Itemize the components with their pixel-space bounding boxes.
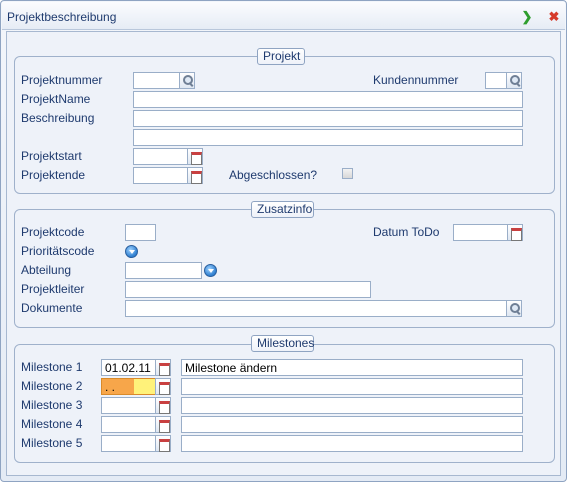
milestone-2-text-input[interactable]	[181, 378, 523, 395]
milestone-3-text-input[interactable]	[181, 397, 523, 414]
milestone-5-calendar-icon[interactable]	[155, 435, 171, 452]
milestone-2-label: Milestone 2	[21, 379, 83, 393]
milestone-1-label: Milestone 1	[21, 360, 83, 374]
milestone-3-calendar-icon[interactable]	[155, 397, 171, 414]
dokumente-label: Dokumente	[21, 301, 83, 315]
kundennummer-label: Kundennummer	[373, 73, 459, 87]
projektcode-input[interactable]	[125, 224, 156, 241]
close-icon[interactable]: ✖	[546, 9, 562, 25]
milestones-legend: Milestones	[251, 335, 314, 352]
beschreibung-label: Beschreibung	[21, 111, 95, 125]
projektleiter-input[interactable]	[125, 281, 371, 298]
beschreibung-input-line2[interactable]	[133, 129, 523, 146]
datum-todo-input[interactable]	[453, 224, 508, 241]
projektstart-label: Projektstart	[21, 149, 82, 163]
projektname-label: ProjektName	[21, 92, 91, 106]
projektnummer-search-icon[interactable]	[179, 72, 195, 89]
project-dialog-window: Projektbeschreibung ❯ ✖ Projekt Projektn…	[0, 0, 567, 482]
zusatzinfo-legend: Zusatzinfo	[251, 201, 314, 218]
abgeschlossen-label: Abgeschlossen?	[229, 168, 318, 182]
milestone-4-date-input[interactable]	[101, 416, 156, 433]
milestone-4-calendar-icon[interactable]	[155, 416, 171, 433]
datum-todo-calendar-icon[interactable]	[507, 224, 523, 241]
milestone-3-date-input[interactable]	[101, 397, 156, 414]
kundennummer-input[interactable]	[485, 72, 507, 89]
prioritaetscode-dropdown-icon[interactable]	[125, 245, 138, 258]
title-bar: Projektbeschreibung ❯ ✖	[2, 2, 565, 30]
abteilung-input[interactable]	[125, 262, 202, 279]
confirm-arrow-icon[interactable]: ❯	[519, 9, 535, 25]
projektcode-label: Projektcode	[21, 225, 85, 239]
beschreibung-input-line1[interactable]	[133, 110, 523, 127]
dokumente-search-icon[interactable]	[506, 300, 522, 317]
projektende-label: Projektende	[21, 168, 86, 182]
projektende-calendar-icon[interactable]	[187, 167, 203, 184]
kundennummer-search-icon[interactable]	[506, 72, 522, 89]
projektstart-input[interactable]	[133, 148, 188, 165]
milestone-1-text-input[interactable]: Milestone ändern	[181, 359, 523, 376]
milestone-2-calendar-icon[interactable]	[155, 378, 171, 395]
milestone-4-text-input[interactable]	[181, 416, 523, 433]
milestone-5-date-input[interactable]	[101, 435, 156, 452]
milestone-5-label: Milestone 5	[21, 436, 83, 450]
abteilung-dropdown-icon[interactable]	[204, 264, 217, 277]
projektnummer-input[interactable]	[133, 72, 180, 89]
projekt-legend: Projekt	[257, 48, 305, 65]
milestone-1-date-input[interactable]: 01.02.11	[101, 359, 156, 376]
window-title: Projektbeschreibung	[7, 10, 117, 24]
dialog-content: Projekt Projektnummer Kundennummer Proje…	[6, 31, 561, 476]
datum-todo-label: Datum ToDo	[373, 225, 440, 239]
abteilung-label: Abteilung	[21, 263, 72, 277]
projektende-input[interactable]	[133, 167, 188, 184]
projektnummer-label: Projektnummer	[21, 73, 103, 87]
prioritaetscode-label: Prioritätscode	[21, 244, 95, 258]
milestone-2-date-input[interactable]: . .	[101, 378, 156, 395]
dokumente-input[interactable]	[125, 300, 507, 317]
abgeschlossen-checkbox[interactable]	[342, 168, 353, 179]
milestone-4-label: Milestone 4	[21, 417, 83, 431]
milestone-1-calendar-icon[interactable]	[155, 359, 171, 376]
projektstart-calendar-icon[interactable]	[187, 148, 203, 165]
projektname-input[interactable]	[133, 91, 523, 108]
milestone-3-label: Milestone 3	[21, 398, 83, 412]
projektleiter-label: Projektleiter	[21, 282, 85, 296]
milestone-5-text-input[interactable]	[181, 435, 523, 452]
